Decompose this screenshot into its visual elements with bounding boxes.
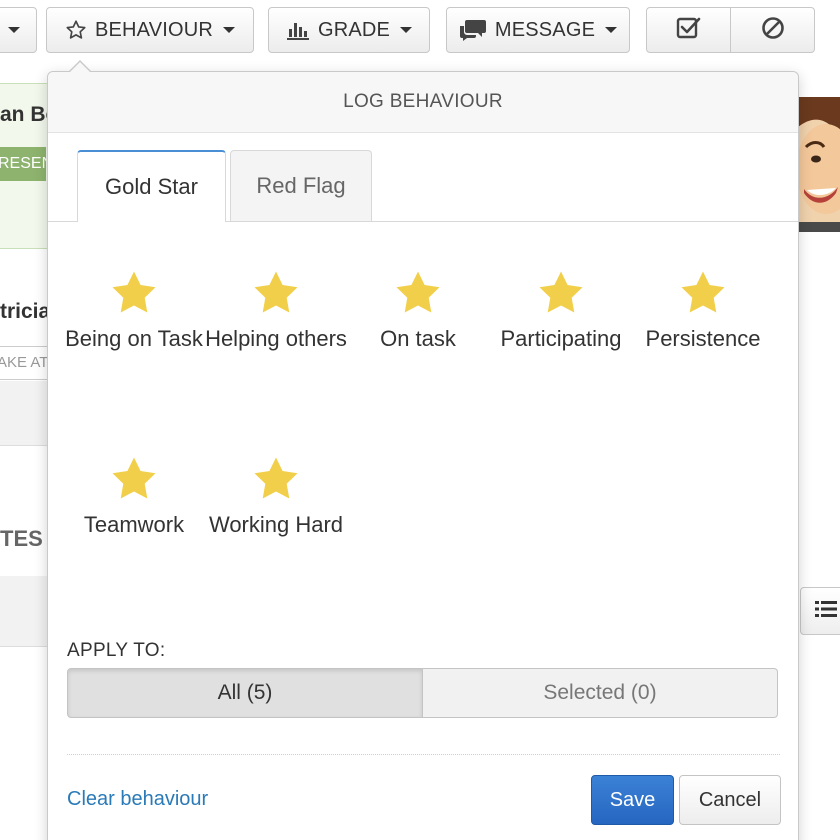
message-label: MESSAGE	[494, 18, 596, 41]
behaviour-label: On task	[380, 326, 456, 351]
dropdown-button-partial[interactable]	[0, 7, 37, 53]
checkbox-check-icon	[676, 16, 702, 45]
behaviour-item[interactable]: Helping others	[205, 269, 347, 355]
notes-heading-fragment: TES	[0, 526, 43, 551]
message-button[interactable]: MESSAGE	[446, 7, 630, 53]
gold-star-icon	[254, 457, 298, 499]
cancel-button[interactable]: Cancel	[679, 775, 781, 825]
popover-arrow-inner	[69, 62, 91, 73]
apply-to-label: APPLY TO:	[67, 640, 166, 661]
behaviour-label: Persistence	[645, 326, 761, 351]
chevron-down-icon	[400, 27, 413, 33]
behaviour-list: Being on Task Helping others On task Par…	[48, 257, 798, 637]
chat-bubbles-icon	[459, 19, 487, 41]
save-button[interactable]: Save	[591, 775, 674, 825]
grade-label: GRADE	[317, 18, 391, 41]
mark-done-button[interactable]	[646, 7, 731, 53]
behaviour-item[interactable]: Teamwork	[63, 455, 205, 541]
behaviour-item[interactable]: Being on Task	[63, 269, 205, 355]
bar-chart-icon	[286, 19, 310, 41]
chevron-down-icon	[605, 27, 618, 33]
behaviour-item[interactable]: Participating	[489, 269, 633, 355]
divider	[67, 754, 780, 755]
star-outline-icon	[65, 19, 87, 41]
behaviour-label: BEHAVIOUR	[94, 18, 214, 41]
gold-star-icon	[112, 271, 156, 313]
chevron-down-icon	[7, 27, 20, 33]
behaviour-type-tabs: Gold Star Red Flag	[48, 150, 798, 222]
gold-star-icon	[254, 271, 298, 313]
popover-title: LOG BEHAVIOUR	[48, 72, 798, 133]
behaviour-label: Helping others	[205, 326, 347, 351]
behaviour-item[interactable]: Persistence	[631, 269, 775, 355]
gold-star-icon	[539, 271, 583, 313]
tab-red-flag[interactable]: Red Flag	[230, 150, 372, 221]
behaviour-button[interactable]: BEHAVIOUR	[46, 7, 254, 53]
grade-button[interactable]: GRADE	[268, 7, 430, 53]
apply-all-option[interactable]: All (5)	[67, 668, 423, 718]
avatar	[798, 97, 840, 232]
student-name-fragment-2: tricia	[0, 300, 51, 323]
clear-behaviour-link[interactable]: Clear behaviour	[67, 788, 208, 811]
page: BEHAVIOUR GRADE MESSAGE an Bo RESEN tric	[0, 0, 840, 840]
toolbar-button-group	[646, 7, 815, 53]
present-badge-fragment: RESEN	[0, 147, 46, 181]
gold-star-icon	[681, 271, 725, 313]
background-panel-2	[0, 576, 50, 647]
block-button[interactable]	[731, 7, 815, 53]
background-panel	[0, 381, 50, 446]
gold-star-icon	[396, 271, 440, 313]
behaviour-label: Teamwork	[83, 512, 185, 537]
behaviour-label: Working Hard	[208, 512, 344, 537]
tab-gold-star[interactable]: Gold Star	[77, 150, 226, 222]
log-behaviour-popover: LOG BEHAVIOUR Gold Star Red Flag Being o…	[47, 60, 799, 840]
behaviour-label: Being on Task	[65, 326, 203, 351]
chevron-down-icon	[223, 27, 236, 33]
take-attendance-fragment[interactable]: AKE AT	[0, 346, 48, 380]
behaviour-item[interactable]: On task	[347, 269, 489, 355]
behaviour-item[interactable]: Working Hard	[205, 455, 347, 541]
behaviour-label: Participating	[500, 326, 622, 351]
apply-selected-option[interactable]: Selected (0)	[423, 668, 778, 718]
apply-to-toggle: All (5) Selected (0)	[67, 668, 778, 718]
ban-icon	[761, 16, 785, 45]
gold-star-icon	[112, 457, 156, 499]
list-icon	[815, 600, 837, 623]
list-view-button[interactable]	[800, 587, 840, 635]
